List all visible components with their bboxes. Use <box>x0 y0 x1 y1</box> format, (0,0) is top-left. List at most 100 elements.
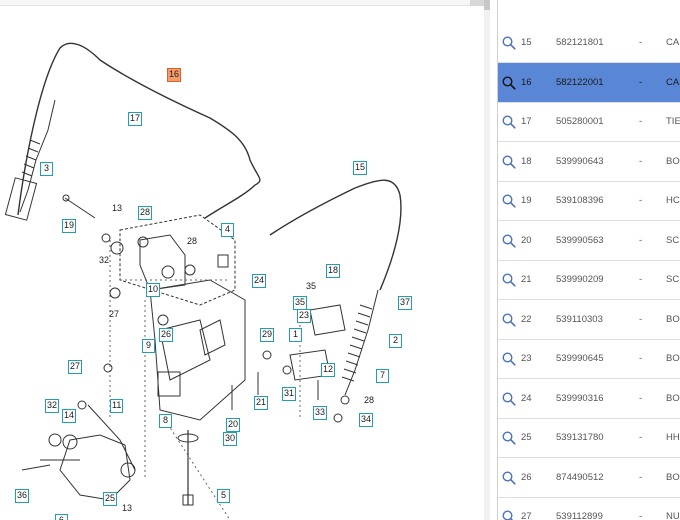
row-position: 22 <box>521 313 532 325</box>
row-position: 25 <box>521 432 532 443</box>
row-quantity: - <box>639 234 643 246</box>
magnifier-icon[interactable] <box>502 352 516 366</box>
parts-list-row[interactable]: 17 505280001 - TIE <box>498 102 680 142</box>
callout-15[interactable]: 15 <box>353 161 368 175</box>
parts-list-row[interactable]: 27 539112899 - NU <box>498 497 680 520</box>
callout-26[interactable]: 26 <box>159 328 174 342</box>
parts-list-row[interactable]: 21 539990209 - SC <box>498 260 680 300</box>
parts-list-row[interactable]: 20 539990563 - SC <box>498 221 680 261</box>
callout-27[interactable]: 27 <box>68 360 83 374</box>
row-description: CA <box>666 76 680 88</box>
magnifier-icon[interactable] <box>502 431 516 445</box>
callout-18[interactable]: 18 <box>326 264 341 278</box>
label-13b: 13 <box>122 503 133 513</box>
callout-3a[interactable]: 3 <box>40 162 53 176</box>
magnifier-icon[interactable] <box>502 194 516 208</box>
callout-37[interactable]: 37 <box>398 296 413 310</box>
row-quantity: - <box>639 353 643 364</box>
row-position: 27 <box>521 511 532 520</box>
row-part-number: 539990643 <box>556 155 604 167</box>
magnifier-icon[interactable] <box>502 75 516 90</box>
parts-list-row[interactable]: 15 582121801 - CA <box>498 23 680 63</box>
callout-7[interactable]: 7 <box>376 369 389 383</box>
parts-list-row[interactable]: 25 539131780 - HH <box>498 418 680 458</box>
row-position: 17 <box>521 116 532 127</box>
row-quantity: - <box>639 274 643 285</box>
row-description: SC <box>666 234 680 246</box>
label-13a: 13 <box>112 203 123 213</box>
magnifier-icon[interactable] <box>502 391 516 406</box>
callout-24[interactable]: 24 <box>252 274 267 288</box>
row-description: BO <box>666 392 680 404</box>
callout-23[interactable]: 36 <box>15 489 30 503</box>
row-position: 26 <box>521 471 532 483</box>
label-28a: 28 <box>187 236 198 246</box>
callout-21[interactable]: 21 <box>254 396 269 410</box>
parts-list-row[interactable]: 24 539990316 - BO <box>498 379 680 419</box>
callout-10[interactable]: 10 <box>146 283 161 297</box>
magnifier-icon[interactable] <box>502 470 516 485</box>
callout-8[interactable]: 8 <box>159 414 172 428</box>
row-description: SC <box>666 274 680 285</box>
row-quantity: - <box>639 313 643 325</box>
horizontal-scrollbar-thumb[interactable] <box>470 0 484 6</box>
callout-4[interactable]: 4 <box>221 223 234 237</box>
magnifier-icon[interactable] <box>502 233 516 248</box>
callout-31[interactable]: 31 <box>282 387 297 401</box>
parts-list-row[interactable]: 16 582122001 - CA <box>498 62 680 103</box>
row-quantity: - <box>639 155 643 167</box>
callout-19[interactable]: 19 <box>62 219 77 233</box>
callout-22[interactable]: 33 <box>313 406 328 420</box>
callout-5[interactable]: 6 <box>55 514 68 520</box>
row-part-number: 874490512 <box>556 471 604 483</box>
row-description: BO <box>666 313 680 325</box>
vertical-scrollbar-thumb[interactable] <box>484 0 490 10</box>
magnifier-icon[interactable] <box>502 154 516 169</box>
callout-34[interactable]: 34 <box>359 413 374 427</box>
callout-2[interactable]: 2 <box>389 334 402 348</box>
parts-list-row[interactable]: 19 539108396 - HC <box>498 181 680 221</box>
row-part-number: 539108396 <box>556 195 604 206</box>
parts-list-row[interactable]: 23 539990645 - BO <box>498 339 680 379</box>
magnifier-icon[interactable] <box>502 510 516 520</box>
row-quantity: - <box>639 432 643 443</box>
magnifier-icon[interactable] <box>502 115 516 129</box>
callout-9[interactable]: 9 <box>142 339 155 353</box>
parts-list-row[interactable]: 26 874490512 - BO <box>498 458 680 498</box>
parts-diagram[interactable]: 16 17 3 19 28 4 15 24 18 35 37 10 26 29 … <box>0 0 490 520</box>
magnifier-icon[interactable] <box>502 36 516 50</box>
callout-30[interactable]: 30 <box>223 432 238 446</box>
callout-11[interactable]: 11 <box>110 399 124 413</box>
vertical-scrollbar[interactable] <box>484 0 490 520</box>
callout-12[interactable]: 12 <box>321 363 336 377</box>
row-position: 21 <box>521 274 532 285</box>
exploded-view-drawing <box>4 42 402 520</box>
callout-17[interactable]: 17 <box>128 112 143 126</box>
parts-list-row[interactable]: 18 539990643 - BO <box>498 142 680 182</box>
magnifier-icon[interactable] <box>502 312 516 327</box>
callout-33[interactable]: 23 <box>297 309 312 323</box>
row-part-number: 539990316 <box>556 392 604 404</box>
callout-25[interactable]: 5 <box>217 489 230 503</box>
callout-1[interactable]: 1 <box>289 328 302 342</box>
row-position: 20 <box>521 234 532 246</box>
horizontal-scrollbar[interactable] <box>0 0 490 6</box>
callout-14[interactable]: 14 <box>62 409 77 423</box>
row-quantity: - <box>639 76 643 88</box>
row-quantity: - <box>639 37 643 48</box>
row-description: NU <box>666 511 680 520</box>
callout-16[interactable]: 16 <box>167 68 182 82</box>
callout-32[interactable]: 32 <box>45 399 60 413</box>
row-part-number: 539990563 <box>556 234 604 246</box>
row-description: HH <box>666 432 680 443</box>
callout-35[interactable]: 35 <box>293 296 308 310</box>
callout-36[interactable]: 25 <box>103 492 118 506</box>
magnifier-icon[interactable] <box>502 273 516 287</box>
callout-29[interactable]: 29 <box>260 328 275 342</box>
row-part-number: 539131780 <box>556 432 604 443</box>
row-part-number: 582121801 <box>556 37 604 48</box>
callout-28a[interactable]: 28 <box>138 206 153 220</box>
parts-list-row[interactable]: 22 539110303 - BO <box>498 300 680 340</box>
callout-20[interactable]: 20 <box>226 418 241 432</box>
row-position: 24 <box>521 392 532 404</box>
